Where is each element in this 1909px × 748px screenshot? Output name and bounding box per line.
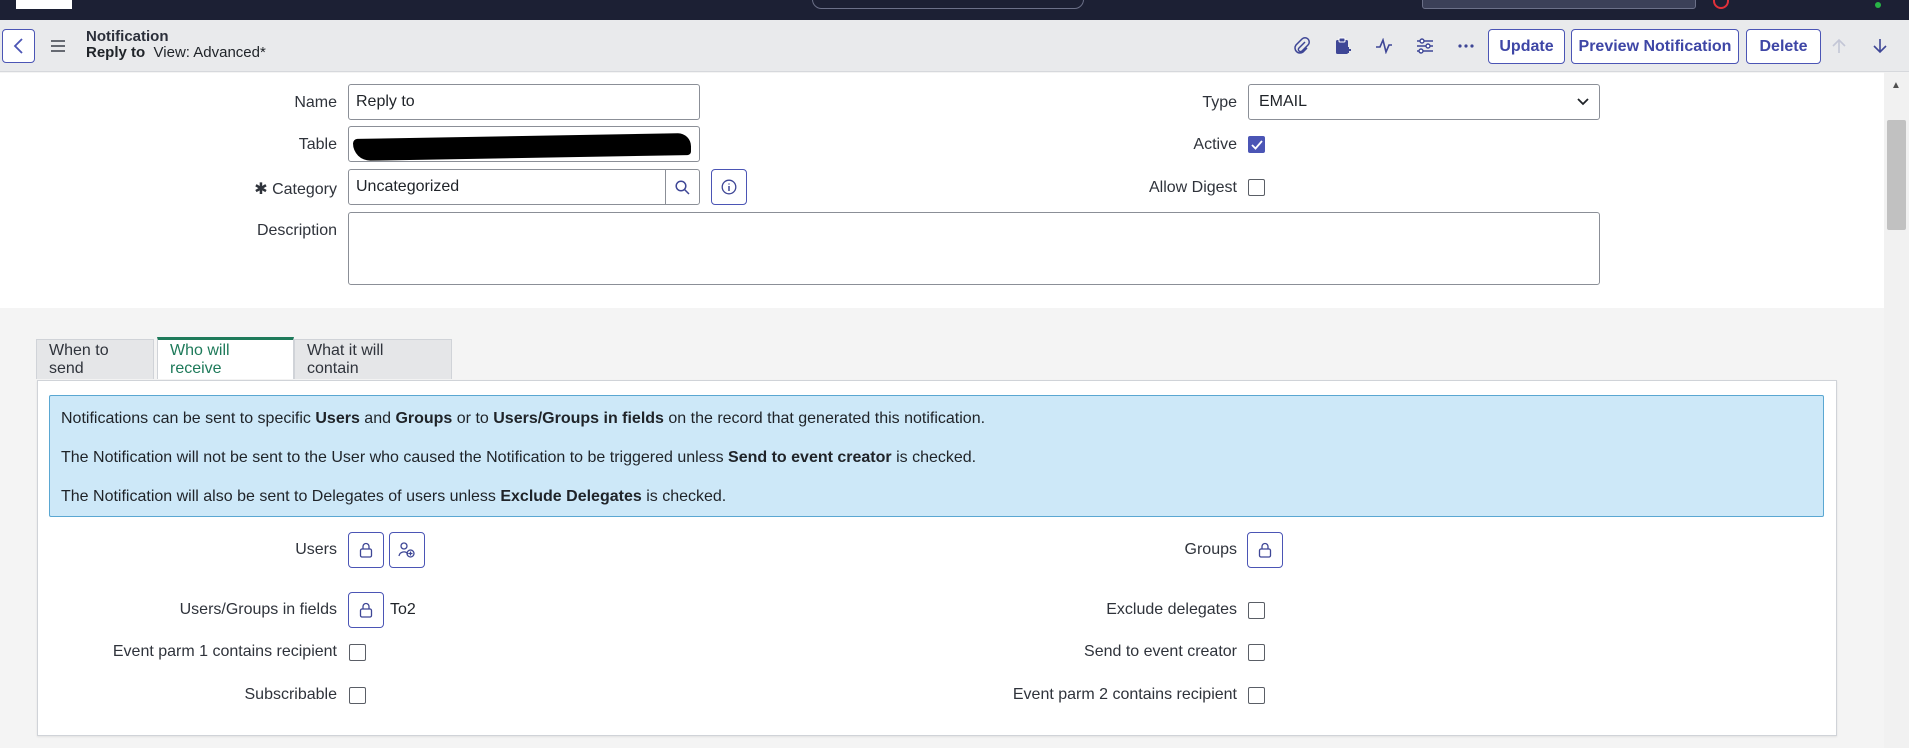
ellipsis-icon[interactable]	[1453, 33, 1479, 59]
exclude-delegates-checkbox[interactable]	[1248, 602, 1265, 619]
name-label: Name	[294, 94, 337, 111]
activity-icon[interactable]	[1371, 33, 1397, 59]
users-groups-in-fields-label: Users/Groups in fields	[179, 601, 337, 618]
lock-icon	[359, 602, 373, 618]
global-search[interactable]	[812, 0, 1084, 9]
delete-button[interactable]: Delete	[1746, 29, 1821, 64]
users-groups-in-fields-lock-button[interactable]	[348, 592, 384, 628]
add-me-icon	[398, 542, 415, 558]
form-header: Notification Reply to View: Advanced* Up…	[0, 20, 1909, 72]
event-parm1-label: Event parm 1 contains recipient	[112, 643, 337, 660]
send-to-event-creator-checkbox[interactable]	[1248, 644, 1265, 661]
preview-notification-button[interactable]: Preview Notification	[1571, 29, 1739, 64]
category-lookup-button[interactable]	[665, 169, 700, 205]
record-name: Reply to	[86, 44, 146, 61]
users-groups-in-fields-value: To2	[390, 601, 416, 618]
groups-label: Groups	[1184, 541, 1237, 558]
alert-icon[interactable]	[1713, 0, 1729, 9]
active-checkbox[interactable]	[1248, 136, 1265, 153]
users-label: Users	[295, 541, 337, 558]
add-me-button[interactable]	[389, 532, 425, 568]
info-line-3: The Notification will also be sent to De…	[61, 488, 727, 505]
event-parm1-checkbox[interactable]	[349, 644, 366, 661]
check-icon	[1250, 139, 1263, 150]
sliders-icon[interactable]	[1412, 33, 1438, 59]
category-label: ✱ Category	[254, 181, 337, 198]
scroll-up-icon[interactable]: ▲	[1891, 80, 1901, 91]
tab-when-to-send[interactable]: When to send	[36, 339, 154, 379]
chevron-down-icon	[1577, 98, 1589, 106]
type-label: Type	[1202, 94, 1237, 111]
logo	[16, 0, 72, 9]
scope-picker[interactable]	[1422, 0, 1696, 9]
info-icon	[721, 179, 737, 195]
subscribable-label: Subscribable	[244, 686, 338, 703]
record-type: Notification	[86, 28, 169, 45]
search-icon	[675, 179, 690, 195]
paperclip-icon[interactable]	[1289, 33, 1315, 59]
info-line-2: The Notification will not be sent to the…	[61, 449, 977, 466]
users-lock-button[interactable]	[348, 532, 384, 568]
vertical-scrollbar[interactable]: ▲	[1884, 72, 1909, 748]
allow-digest-checkbox[interactable]	[1248, 179, 1265, 196]
exclude-delegates-label: Exclude delegates	[1106, 601, 1237, 618]
category-field[interactable]: Uncategorized	[348, 169, 666, 205]
top-nav-bar	[0, 0, 1909, 20]
hamburger-icon	[51, 40, 65, 52]
allow-digest-label: Allow Digest	[1148, 179, 1237, 196]
view-label: View: Advanced*	[153, 44, 266, 61]
page-title: Notification Reply to View: Advanced*	[86, 29, 266, 61]
required-icon: ✱	[254, 181, 268, 198]
chevron-left-icon	[13, 38, 23, 54]
lock-icon	[359, 542, 373, 558]
type-select[interactable]: EMAIL	[1248, 84, 1600, 120]
subscribable-checkbox[interactable]	[349, 687, 366, 704]
send-to-event-creator-label: Send to event creator	[1084, 643, 1237, 660]
active-label: Active	[1193, 136, 1237, 153]
update-button[interactable]: Update	[1488, 29, 1565, 64]
tab-what-it-will-contain[interactable]: What it will contain	[294, 339, 452, 379]
event-parm2-checkbox[interactable]	[1248, 687, 1265, 704]
groups-lock-button[interactable]	[1247, 532, 1283, 568]
presence-icon	[1875, 2, 1881, 8]
back-button[interactable]	[2, 29, 35, 63]
lock-icon	[1258, 542, 1272, 558]
scroll-thumb[interactable]	[1887, 120, 1906, 230]
clipboard-icon[interactable]	[1330, 33, 1356, 59]
context-menu-button[interactable]	[46, 32, 70, 60]
name-field[interactable]: Reply to	[348, 84, 700, 120]
arrow-down-icon[interactable]	[1867, 33, 1893, 59]
tab-who-will-receive[interactable]: Who will receive	[157, 337, 294, 379]
info-line-1: Notifications can be sent to specific Us…	[61, 410, 986, 427]
description-label: Description	[256, 222, 337, 239]
type-value: EMAIL	[1259, 93, 1308, 110]
arrow-up-icon[interactable]	[1826, 33, 1852, 59]
table-label: Table	[298, 136, 337, 153]
category-info-button[interactable]	[711, 169, 747, 205]
description-field[interactable]	[348, 212, 1600, 285]
event-parm2-label: Event parm 2 contains recipient	[1012, 686, 1237, 703]
info-message: Notifications can be sent to specific Us…	[49, 395, 1824, 517]
